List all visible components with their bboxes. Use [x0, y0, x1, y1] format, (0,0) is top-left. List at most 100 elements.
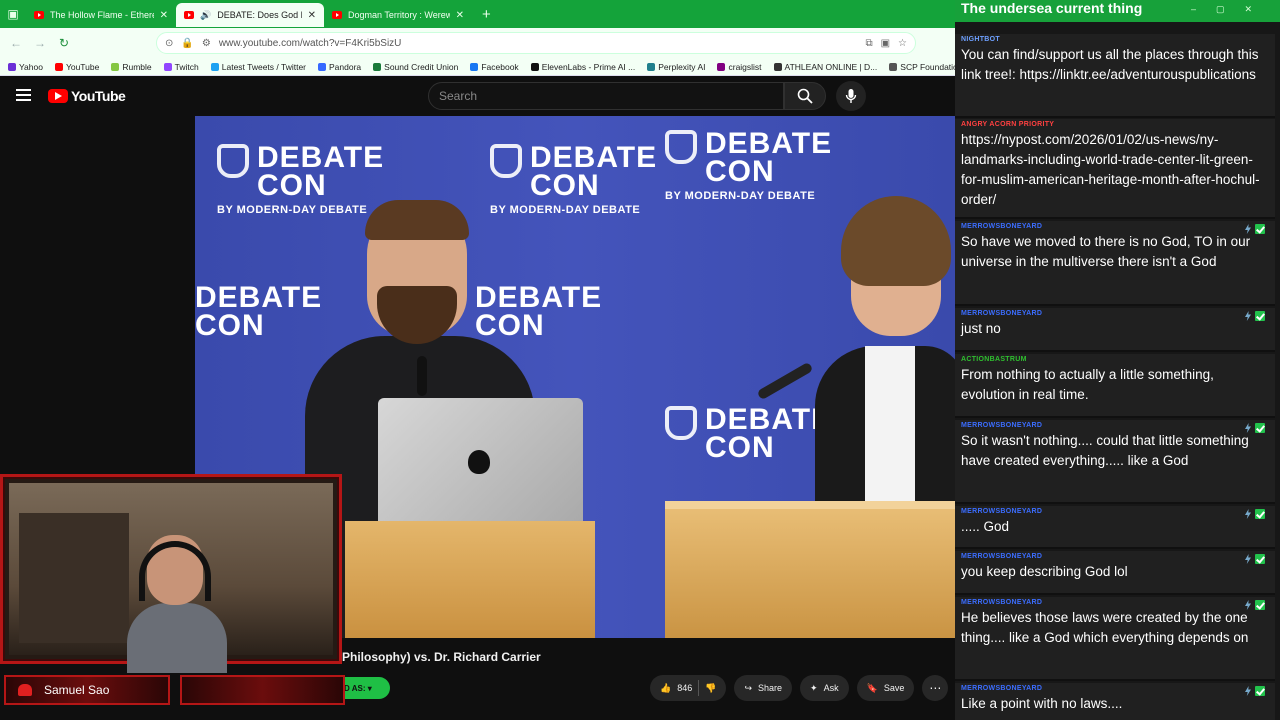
bookmark-favicon-icon: [8, 62, 16, 71]
youtube-favicon-icon: [332, 11, 342, 19]
chat-username[interactable]: NIGHTBOT: [961, 34, 1267, 45]
browser-tab-3[interactable]: Dogman Territory : Werewolve.. ✕: [324, 3, 472, 27]
address-bar-row: ← → ↻ ⊙ 🔒 ⚙ www.youtube.com/watch?v=F4Kr…: [0, 28, 955, 58]
browser-tab-bar: ▣ The Hollow Flame - Ethereal D.. ✕ 🔊 DE…: [0, 0, 955, 28]
chat-message: ANGRY ACORN PRIORITY https://nypost.com/2…: [955, 119, 1275, 219]
new-tab-button[interactable]: +: [472, 6, 501, 23]
screenshot-icon[interactable]: ▣: [881, 38, 890, 49]
bookmark-item[interactable]: craigslist: [717, 62, 762, 72]
screen: ▣ The Hollow Flame - Ethereal D.. ✕ 🔊 DE…: [0, 0, 1280, 720]
bookmark-item[interactable]: Pandora: [318, 62, 361, 72]
voice-search-button[interactable]: [836, 81, 866, 111]
bookmark-favicon-icon: [773, 62, 782, 71]
forward-icon[interactable]: →: [28, 36, 52, 50]
bookmark-item[interactable]: Latest Tweets / Twitter: [210, 62, 306, 72]
bolt-badge-icon: [1245, 224, 1251, 234]
close-tab-icon[interactable]: ✕: [160, 10, 168, 21]
chat-username[interactable]: ANGRY ACORN PRIORITY: [961, 119, 1267, 130]
tune-icon[interactable]: ⚙: [202, 38, 211, 49]
chat-text: Like a point with no laws....: [961, 696, 1123, 711]
bookmark-item[interactable]: ElevenLabs - Prime AI ...: [530, 61, 636, 72]
close-tab-icon[interactable]: ✕: [308, 10, 316, 21]
chat-text: So have we moved to there is no God, TO …: [961, 234, 1251, 269]
chat-text: So it wasn't nothing.... could that litt…: [961, 433, 1249, 468]
ask-label: Ask: [823, 683, 839, 693]
bookmark-item[interactable]: SCP Foundation: [889, 62, 955, 72]
speaker-icon[interactable]: 🔊: [200, 10, 211, 21]
microphone-icon: [845, 89, 857, 103]
bookmark-favicon-icon: [163, 62, 172, 71]
share-button[interactable]: ↪ Share: [734, 675, 793, 701]
chat-username[interactable]: MERROWSBONEYARD: [961, 506, 1267, 517]
chat-username[interactable]: MERROWSBONEYARD: [961, 551, 1267, 562]
youtube-header: YouTube Search: [0, 77, 955, 115]
chat-text: He believes those laws were created by t…: [961, 610, 1249, 645]
chat-username[interactable]: MERROWSBONEYARD: [961, 597, 1267, 608]
browser-tab-1[interactable]: The Hollow Flame - Ethereal D.. ✕: [26, 3, 176, 27]
bookmark-label: ElevenLabs - Prime AI ...: [541, 61, 636, 72]
bookmark-favicon-icon: [889, 62, 898, 71]
chat-badges: [1245, 311, 1265, 321]
chat-username[interactable]: MERROWSBONEYARD: [961, 221, 1267, 232]
close-tab-icon[interactable]: ✕: [456, 10, 464, 21]
back-icon[interactable]: ←: [4, 36, 28, 50]
check-badge-icon: [1255, 509, 1265, 519]
sparkle-icon: ✦: [810, 682, 818, 693]
browser-tab-2[interactable]: 🔊 DEBATE: Does God Exist? | R ✕: [176, 3, 324, 27]
bolt-badge-icon: [1245, 311, 1251, 321]
bookmark-item[interactable]: Perplexity AI: [647, 62, 705, 72]
bookmark-item[interactable]: Facebook: [470, 62, 519, 72]
chat-username[interactable]: MERROWSBONEYARD: [961, 308, 1267, 319]
chat-overlay: –▢✕ The undersea current thing NIGHTBOT Y…: [955, 0, 1280, 720]
chat-message: MERROWSBONEYARD Like a point with no laws…: [955, 683, 1275, 720]
like-count[interactable]: 846: [677, 683, 692, 693]
laptop: [378, 398, 583, 528]
youtube-favicon-icon: [184, 11, 194, 19]
video-actions: 👍 846 👎 ↪ Share ✦ Ask 🔖 Save ⋯: [650, 675, 949, 701]
bookmark-item[interactable]: Yahoo: [8, 62, 43, 72]
bolt-badge-icon: [1245, 554, 1251, 564]
chat-text: you keep describing God lol: [961, 564, 1128, 579]
url-bar[interactable]: ⊙ 🔒 ⚙ www.youtube.com/watch?v=F4Kri5bSiz…: [156, 32, 916, 54]
bookmark-favicon-icon: [210, 62, 219, 71]
chat-text: From nothing to actually a little someth…: [961, 367, 1214, 402]
youtube-logo[interactable]: YouTube: [48, 88, 126, 104]
bookmark-item[interactable]: YouTube: [54, 61, 100, 72]
ask-button[interactable]: ✦ Ask: [800, 675, 849, 701]
window-controls[interactable]: –▢✕: [1191, 4, 1272, 15]
more-actions-button[interactable]: ⋯: [922, 675, 949, 701]
bookmark-favicon-icon: [54, 62, 63, 71]
chat-username[interactable]: MERROWSBONEYARD: [961, 420, 1267, 431]
bookmark-star-icon[interactable]: ☆: [898, 38, 907, 49]
search-button[interactable]: [784, 82, 826, 110]
reload-icon[interactable]: ↻: [52, 36, 76, 50]
bookmark-item[interactable]: Twitch: [163, 62, 199, 72]
save-button[interactable]: 🔖 Save: [856, 675, 915, 701]
webcam-overlay: [0, 474, 342, 673]
bookmark-item[interactable]: ATHLEAN ONLINE | D...: [773, 62, 877, 72]
chat-message: MERROWSBONEYARD ..... God: [955, 506, 1275, 549]
chat-text: just no: [961, 321, 1001, 336]
check-badge-icon: [1255, 554, 1265, 564]
install-icon[interactable]: ⧉: [865, 38, 872, 49]
thumbs-up-icon[interactable]: 👍: [660, 683, 671, 694]
bookmark-label: YouTube: [65, 61, 100, 72]
subscribe-button[interactable]: D AS: ▾: [342, 677, 390, 699]
thumbs-down-icon[interactable]: 👎: [705, 683, 716, 694]
tab-search-icon[interactable]: ▣: [0, 0, 26, 28]
bookmark-label: Perplexity AI: [658, 61, 706, 72]
like-dislike-group: 👍 846 👎: [650, 675, 727, 701]
site-info-icon[interactable]: ⊙: [165, 38, 173, 49]
chat-username[interactable]: ACTIONBASTRUM: [961, 354, 1267, 365]
chat-username[interactable]: MERROWSBONEYARD: [961, 683, 1267, 694]
streamer-nameplate: Samuel Sao: [4, 675, 170, 705]
search-input[interactable]: Search: [428, 82, 784, 110]
menu-icon[interactable]: [16, 89, 31, 101]
chat-message: NIGHTBOT You can find/support us all the …: [955, 34, 1275, 118]
bookmark-item[interactable]: Rumble: [111, 62, 152, 72]
save-label: Save: [883, 683, 905, 693]
url-text[interactable]: www.youtube.com/watch?v=F4Kri5bSizU: [219, 38, 858, 49]
youtube-favicon-icon: [34, 11, 44, 19]
bookmark-item[interactable]: Sound Credit Union: [373, 62, 458, 72]
video-title: Philosophy) vs. Dr. Richard Carrier: [342, 650, 541, 664]
